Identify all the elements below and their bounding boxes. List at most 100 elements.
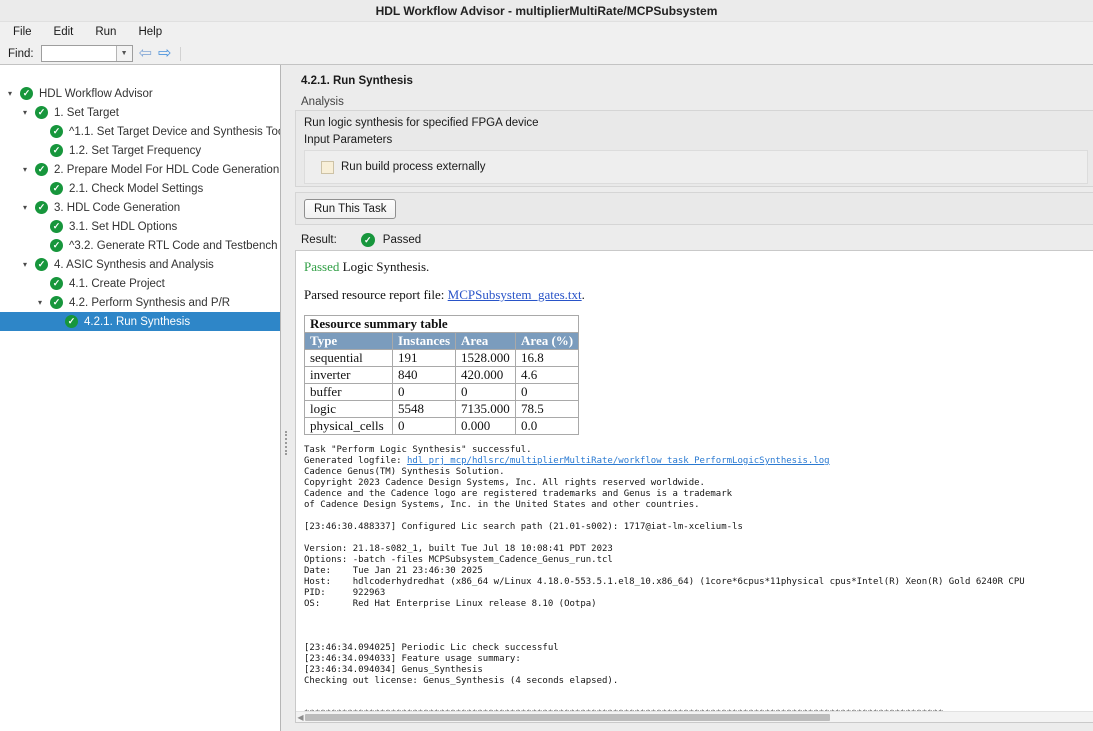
table-cell: 16.8 [516, 350, 579, 367]
table-row: inverter840420.0004.6 [305, 367, 579, 384]
passed-check-icon: ✓ [361, 233, 375, 247]
menu-bar: File Edit Run Help [0, 22, 1093, 43]
synthesis-report-area: Passed Logic Synthesis. Parsed resource … [295, 250, 1093, 723]
table-cell: inverter [305, 367, 393, 384]
run-this-task-button[interactable]: Run This Task [304, 199, 396, 219]
find-toolbar: Find: ▼ ⇦ ⇨ [0, 43, 1093, 65]
tree-item-label: 3.1. Set HDL Options [69, 221, 177, 233]
expand-arrow-icon[interactable]: ▾ [8, 89, 20, 98]
toolbar-separator [180, 47, 181, 61]
task-passed-check-icon: ✓ [35, 163, 48, 176]
task-passed-check-icon: ✓ [50, 125, 63, 138]
table-cell: sequential [305, 350, 393, 367]
run-externally-checkbox[interactable] [321, 161, 334, 174]
tree-item[interactable]: ✓^1.1. Set Target Device and Synthesis T… [0, 122, 280, 141]
task-passed-check-icon: ✓ [50, 296, 63, 309]
parsed-report-line: Parsed resource report file: MCPSubsyste… [304, 287, 1093, 303]
panel-splitter-handle[interactable] [285, 431, 287, 455]
tree-item-label: 4. ASIC Synthesis and Analysis [54, 259, 214, 271]
horizontal-scrollbar[interactable]: ◀ [296, 711, 1093, 722]
hdl-workflow-advisor-window: HDL Workflow Advisor - multiplierMultiRa… [0, 0, 1093, 731]
tree-item[interactable]: ✓ ^3.2. Generate RTL Code and Testbench [0, 236, 280, 255]
table-cell: 0 [516, 384, 579, 401]
tree-item[interactable]: ✓4.2.1. Run Synthesis [0, 312, 280, 331]
task-description: Run logic synthesis for specified FPGA d… [304, 117, 1093, 129]
expand-arrow-icon[interactable]: ▾ [23, 108, 35, 117]
find-dropdown-button[interactable]: ▼ [116, 46, 132, 61]
task-passed-check-icon: ✓ [50, 277, 63, 290]
table-cell: 0 [456, 384, 516, 401]
task-panel: 4.2.1. Run Synthesis Analysis Run logic … [282, 65, 1093, 731]
tree-item[interactable]: ▾✓ HDL Workflow Advisor [0, 84, 280, 103]
synthesis-console-log: Task "Perform Logic Synthesis" successfu… [304, 445, 1093, 723]
menu-edit[interactable]: Edit [43, 22, 85, 43]
find-next-button[interactable]: ⇨ [158, 46, 171, 62]
find-combobox: ▼ [41, 45, 133, 62]
task-passed-check-icon: ✓ [50, 239, 63, 252]
task-passed-check-icon: ✓ [20, 87, 33, 100]
task-passed-check-icon: ✓ [50, 220, 63, 233]
tree-item-label: 4.1. Create Project [69, 278, 165, 290]
table-header-row: TypeInstancesAreaArea (%) [305, 333, 579, 350]
tree-item-label: 1. Set Target [54, 107, 119, 119]
task-title: 4.2.1. Run Synthesis [301, 75, 1093, 87]
result-row: Result: ✓ Passed [301, 233, 421, 247]
table-caption: Resource summary table [305, 316, 579, 333]
tree-item-label: 3. HDL Code Generation [54, 202, 180, 214]
expand-arrow-icon[interactable]: ▾ [38, 298, 50, 307]
gates-report-link[interactable]: MCPSubsystem_gates.txt [448, 287, 582, 302]
input-parameters-label: Input Parameters [304, 134, 1093, 146]
find-previous-button[interactable]: ⇦ [139, 46, 152, 62]
task-passed-check-icon: ✓ [35, 201, 48, 214]
tree-item[interactable]: ▾✓4. ASIC Synthesis and Analysis [0, 255, 280, 274]
task-passed-check-icon: ✓ [65, 315, 78, 328]
menu-file[interactable]: File [2, 22, 43, 43]
task-passed-check-icon: ✓ [50, 182, 63, 195]
table-cell: 1528.000 [456, 350, 516, 367]
expand-arrow-icon[interactable]: ▾ [23, 260, 35, 269]
table-cell: logic [305, 401, 393, 418]
table-cell: 0.0 [516, 418, 579, 435]
tree-item-label: ^3.2. Generate RTL Code and Testbench [69, 240, 278, 252]
find-input[interactable] [42, 46, 116, 61]
scroll-left-icon[interactable]: ◀ [296, 713, 305, 722]
table-row: sequential1911528.00016.8 [305, 350, 579, 367]
tree-item-label: HDL Workflow Advisor [39, 88, 153, 100]
chevron-down-icon: ▼ [121, 50, 128, 57]
tree-item[interactable]: ▾✓ 1. Set Target [0, 103, 280, 122]
task-passed-check-icon: ✓ [35, 106, 48, 119]
menu-run[interactable]: Run [84, 22, 127, 43]
tree-item[interactable]: ✓1.2. Set Target Frequency [0, 141, 280, 160]
tree-item[interactable]: ✓ 3.1. Set HDL Options [0, 217, 280, 236]
table-cell: physical_cells [305, 418, 393, 435]
table-cell: 78.5 [516, 401, 579, 418]
table-header-cell: Instances [393, 333, 456, 350]
arrow-left-icon: ⇦ [139, 45, 152, 62]
scrollbar-thumb[interactable] [305, 714, 830, 721]
table-header-cell: Area (%) [516, 333, 579, 350]
table-row: logic55487135.00078.5 [305, 401, 579, 418]
expand-arrow-icon[interactable]: ▾ [23, 165, 35, 174]
run-task-group: Run This Task [295, 192, 1093, 225]
tree-item[interactable]: ▾✓ 3. HDL Code Generation [0, 198, 280, 217]
arrow-right-icon: ⇨ [158, 45, 171, 62]
tree-item-label: 1.2. Set Target Frequency [69, 145, 201, 157]
expand-arrow-icon[interactable]: ▾ [23, 203, 35, 212]
table-header-cell: Type [305, 333, 393, 350]
logfile-link[interactable]: hdl_prj_mcp/hdlsrc/multiplierMultiRate/w… [407, 456, 830, 466]
result-status-badge: Passed [383, 234, 421, 246]
tree-item[interactable]: ✓2.1. Check Model Settings [0, 179, 280, 198]
resource-table-body: Resource summary tableTypeInstancesAreaA… [305, 316, 579, 435]
menu-help[interactable]: Help [127, 22, 173, 43]
tree-item[interactable]: ✓ 4.1. Create Project [0, 274, 280, 293]
table-cell: 0.000 [456, 418, 516, 435]
table-cell: 5548 [393, 401, 456, 418]
result-label: Result: [301, 234, 337, 246]
analysis-section-label: Analysis [301, 96, 1093, 108]
find-label: Find: [8, 48, 34, 60]
table-cell: 4.6 [516, 367, 579, 384]
table-row: buffer000 [305, 384, 579, 401]
tree-item[interactable]: ▾✓4.2. Perform Synthesis and P/R [0, 293, 280, 312]
tree-item[interactable]: ▾✓2. Prepare Model For HDL Code Generati… [0, 160, 280, 179]
table-row: physical_cells00.0000.0 [305, 418, 579, 435]
